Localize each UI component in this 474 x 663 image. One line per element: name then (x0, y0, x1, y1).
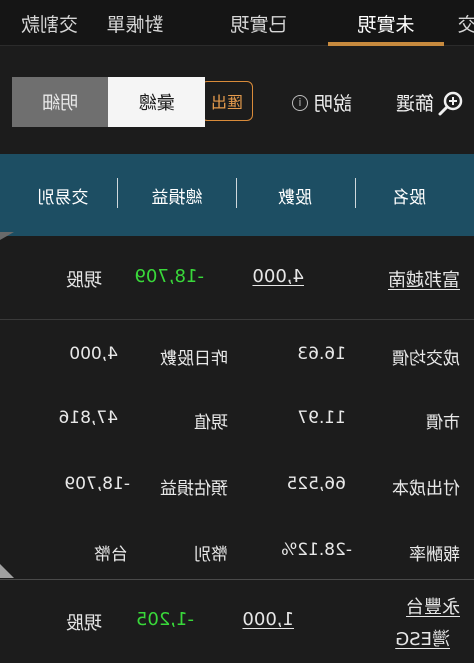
table-row[interactable]: 永豐台 灣ESG 1,000 -1,205 現股 (0, 581, 474, 663)
header-stock-name[interactable]: 股名 (354, 154, 464, 236)
export-button[interactable]: 匯出 (201, 81, 253, 121)
filter-label: 篩選 (395, 93, 434, 115)
tab-statement[interactable]: 對帳單 (80, 0, 190, 46)
tab-realized[interactable]: 已實現 (204, 0, 314, 46)
pnl-cell: -18,709 (134, 266, 204, 287)
header-trade-type[interactable]: 交易別 (8, 154, 118, 236)
help-button[interactable]: 說明 i (291, 89, 352, 116)
roi-label: 報酬率 (409, 545, 460, 565)
price-label: 市價 (426, 413, 460, 433)
tab-bar: 未實現 已實現 對帳單 交割款 交 (0, 0, 474, 46)
header-shares[interactable]: 股數 (236, 154, 354, 236)
value-label: 現值 (194, 413, 228, 433)
tab-overflow[interactable]: 交 (452, 0, 474, 46)
table-header: 股名 股數 總損益 交易別 (0, 154, 474, 236)
trade-type-cell: 現股 (66, 270, 102, 291)
segment-summary[interactable]: 彙總 (108, 77, 205, 127)
pnl-cell: -1,205 (135, 609, 194, 630)
corner-marker (0, 564, 14, 578)
filter-button[interactable]: 篩選 (396, 89, 464, 116)
tab-unrealized[interactable]: 未實現 (328, 0, 444, 46)
avg-cost-value: 16.63 (297, 344, 346, 364)
currency-value: 台幣 (94, 545, 128, 565)
active-tab-indicator (328, 42, 444, 46)
est-pnl-label: 預估損益 (160, 479, 228, 499)
shares-cell[interactable]: 1,000 (242, 609, 294, 630)
prev-shares-label: 昨日股數 (160, 349, 228, 369)
avg-cost-label: 成交均價 (392, 349, 460, 369)
shares-cell[interactable]: 4,000 (252, 266, 304, 287)
cost-label: 付出成本 (392, 479, 460, 499)
info-icon: i (291, 94, 308, 111)
segment-detail[interactable]: 明細 (12, 77, 109, 127)
price-value: 11.97 (297, 408, 346, 428)
stock-name-link[interactable]: 富邦越南 (388, 266, 460, 292)
mirrored-app-frame: 未實現 已實現 對帳單 交割款 交 篩選 說明 i 匯出 彙總 明細 股名 股數… (0, 0, 474, 663)
est-pnl-value: -18,709 (64, 474, 130, 494)
view-toggle: 彙總 明細 (12, 77, 205, 127)
currency-label: 幣別 (194, 545, 228, 565)
value-value: 47,816 (58, 408, 118, 428)
header-total-pnl[interactable]: 總損益 (118, 154, 236, 236)
prev-shares-value: 4,000 (69, 344, 118, 364)
table-row[interactable]: 富邦越南 4,000 -18,709 現股 (0, 236, 474, 320)
header-divider (117, 178, 118, 208)
row-detail-panel: 成交均價 16.63 昨日股數 4,000 市價 11.97 現值 47,816… (0, 320, 474, 580)
help-label: 說明 (313, 93, 352, 115)
roi-value: -28.12% (281, 540, 352, 560)
search-plus-icon (438, 91, 463, 115)
stock-name-link-line2[interactable]: 灣ESG (395, 625, 450, 651)
stock-name-link[interactable]: 永豐台 (406, 593, 460, 619)
header-divider (355, 178, 356, 208)
header-divider (236, 178, 237, 208)
cost-value: 66,525 (286, 474, 346, 494)
tab-settlement[interactable]: 交割款 (0, 0, 78, 46)
trade-type-cell: 現股 (66, 613, 102, 634)
